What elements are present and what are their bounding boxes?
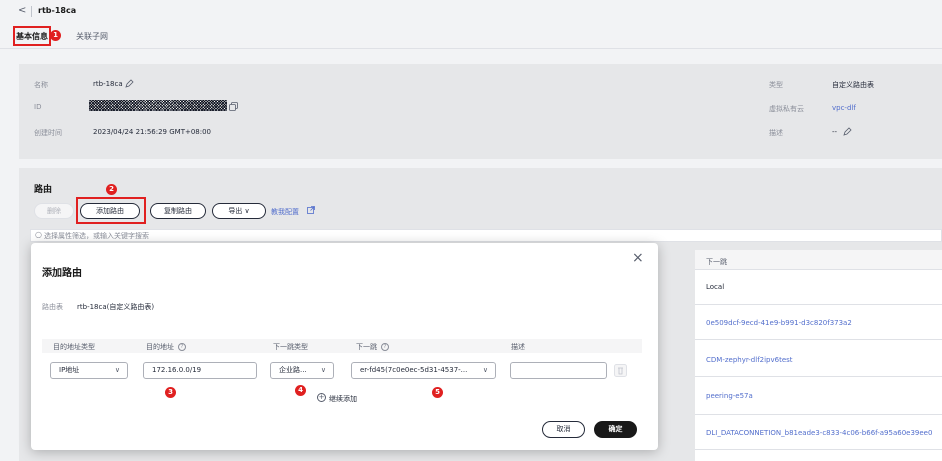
vpc-label: 虚拟私有云 xyxy=(769,105,804,113)
dest-cidr-input[interactable]: 172.16.0.0/19 xyxy=(143,362,257,379)
learn-config-link[interactable]: 教我配置 xyxy=(271,207,299,217)
edit-icon[interactable] xyxy=(125,79,134,88)
next-hop-header: 下一跳 xyxy=(706,258,727,266)
help-icon: ? xyxy=(178,343,186,351)
id-value-redacted xyxy=(89,100,227,111)
edit-desc-icon[interactable] xyxy=(843,127,852,136)
route-table-label: 路由表 xyxy=(42,303,63,311)
col-dest-type: 目的地址类型 xyxy=(53,343,95,351)
back-icon[interactable]: < xyxy=(18,5,26,16)
tab-basic-info[interactable]: 基本信息 xyxy=(16,31,48,42)
col-desc: 描述 xyxy=(511,343,525,351)
routes-title: 路由 xyxy=(34,185,53,195)
col-next-hop-type: 下一跳类型 xyxy=(273,343,308,351)
continue-add-button[interactable]: 继续添加 xyxy=(329,394,357,404)
annotation-badge-5: 5 xyxy=(432,387,443,398)
id-label: ID xyxy=(34,103,42,111)
copy-icon[interactable] xyxy=(229,102,238,111)
trash-icon[interactable] xyxy=(614,364,627,377)
cancel-button[interactable]: 取消 xyxy=(542,421,585,438)
table-row xyxy=(695,270,942,305)
table-header-row xyxy=(695,250,942,270)
type-value: 自定义路由表 xyxy=(832,81,874,89)
search-bar[interactable] xyxy=(30,229,942,242)
top-bar xyxy=(0,0,942,22)
export-button[interactable]: 导出 ∨ xyxy=(212,203,266,219)
description-input[interactable] xyxy=(510,362,607,379)
next-hop-type-select[interactable]: 企业路... ∨ xyxy=(270,362,334,379)
col-dest: 目的地址? xyxy=(146,342,186,352)
tab-bar xyxy=(0,24,942,49)
next-hop-link[interactable]: CDM-zephyr-dlf2ipv6test xyxy=(706,356,793,364)
add-circle-icon[interactable]: + xyxy=(317,393,326,402)
export-label: 导出 xyxy=(228,207,243,215)
search-placeholder: 选择属性筛选，或输入关键字搜索 xyxy=(44,232,149,240)
copy-route-button[interactable]: 复制路由 xyxy=(150,203,206,219)
next-hop-value: Local xyxy=(706,283,725,291)
next-hop-link[interactable]: DLI_DATACONNETION_b81eade3-c833-4c06-b66… xyxy=(706,429,932,437)
name-value: rtb-18ca xyxy=(93,80,123,88)
search-icon: ○ xyxy=(35,230,42,239)
created-label: 创建时间 xyxy=(34,129,62,137)
annotation-badge-1: 1 xyxy=(50,30,61,41)
desc-label: 描述 xyxy=(769,129,783,137)
divider xyxy=(31,6,32,17)
created-value: 2023/04/24 21:56:29 GMT+08:00 xyxy=(93,128,212,136)
chevron-down-icon: ∨ xyxy=(242,207,250,215)
next-hop-value: er-fd45(7c0e0ec-5d31-4537-... xyxy=(360,366,468,374)
annotation-badge-3: 3 xyxy=(165,387,176,398)
annotation-badge-4: 4 xyxy=(295,385,306,396)
tab-associated-subnets[interactable]: 关联子网 xyxy=(76,31,108,42)
page-title: rtb-18ca xyxy=(38,6,77,15)
next-hop-select[interactable]: er-fd45(7c0e0ec-5d31-4537-... ∨ xyxy=(351,362,496,379)
external-link-icon xyxy=(307,206,315,214)
col-next-hop-text: 下一跳 xyxy=(356,343,377,351)
desc-value: -- xyxy=(832,128,838,136)
vpc-link[interactable]: vpc-dlf xyxy=(832,104,856,112)
dialog-title: 添加路由 xyxy=(42,268,82,279)
route-table-value: rtb-18ca(自定义路由表) xyxy=(77,303,155,311)
chevron-down-icon: ∨ xyxy=(482,366,488,374)
chevron-down-icon: ∨ xyxy=(114,366,120,374)
close-icon[interactable]: × xyxy=(632,250,644,266)
route-form-header xyxy=(42,339,642,353)
name-label: 名称 xyxy=(34,81,48,89)
col-dest-text: 目的地址 xyxy=(146,343,174,351)
dest-type-select[interactable]: IP地址 ∨ xyxy=(50,362,128,379)
next-hop-type-value: 企业路... xyxy=(279,366,307,374)
confirm-button[interactable]: 确定 xyxy=(594,421,637,438)
col-next-hop: 下一跳? xyxy=(356,342,389,352)
next-hop-link[interactable]: 0e509dcf-9ecd-41e9-b991-d3c820f373a2 xyxy=(706,319,852,327)
dest-type-value: IP地址 xyxy=(59,366,80,374)
annotation-badge-2: 2 xyxy=(106,184,117,195)
next-hop-link[interactable]: peering-e57a xyxy=(706,392,753,400)
chevron-down-icon: ∨ xyxy=(320,366,326,374)
help-icon: ? xyxy=(381,343,389,351)
add-route-button[interactable]: 添加路由 xyxy=(80,203,140,219)
type-label: 类型 xyxy=(769,81,783,89)
delete-button[interactable]: 删除 xyxy=(34,203,74,219)
